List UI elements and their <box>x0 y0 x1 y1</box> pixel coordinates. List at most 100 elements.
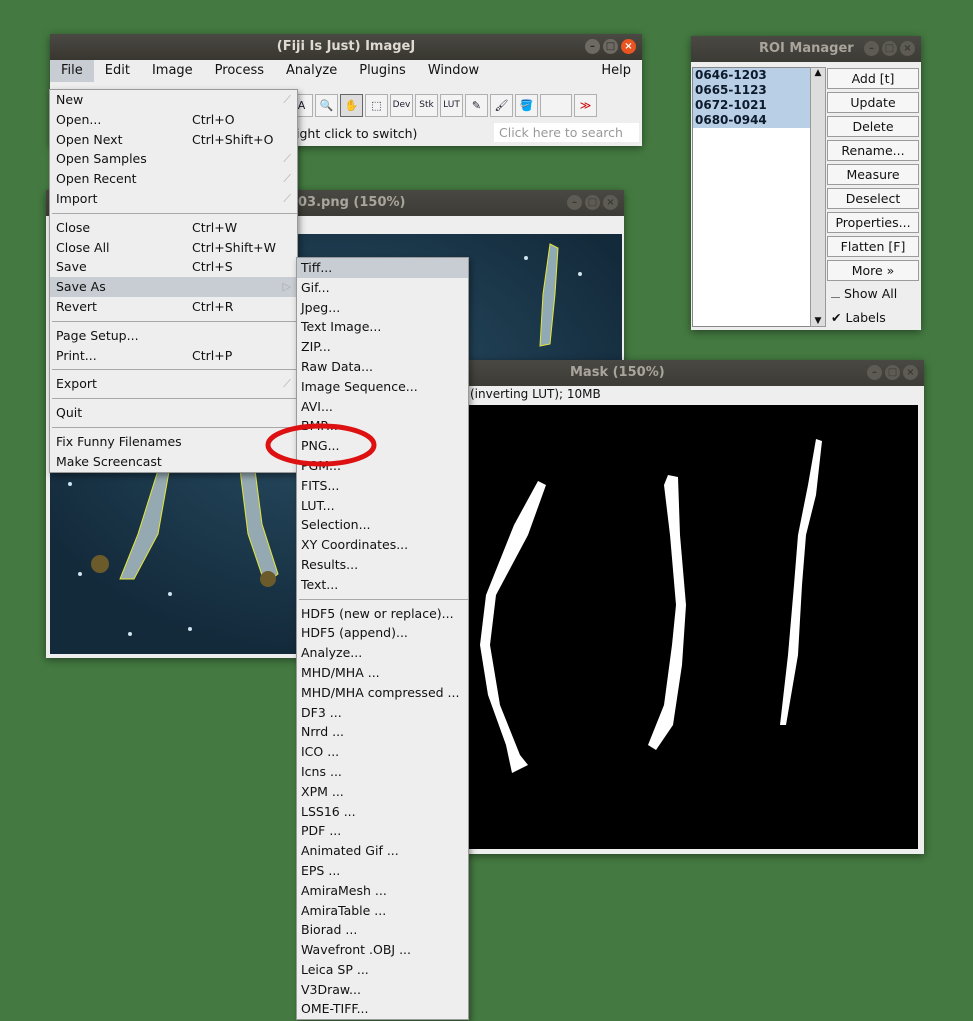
file-menu-item[interactable]: Export ⟋ <box>50 374 297 394</box>
save-as-item[interactable]: Analyze... <box>297 643 468 663</box>
show-all-box[interactable] <box>831 288 840 298</box>
close-icon[interactable]: × <box>900 41 915 56</box>
show-all-checkbox[interactable]: Show All <box>831 286 897 301</box>
maximize-icon[interactable]: □ <box>585 195 600 210</box>
close-icon[interactable]: × <box>621 39 636 54</box>
save-as-item[interactable]: DF3 ... <box>297 703 468 723</box>
menu-file[interactable]: File <box>50 60 94 82</box>
save-as-item[interactable]: Nrrd ... <box>297 722 468 742</box>
maximize-icon[interactable]: □ <box>603 39 618 54</box>
save-as-item[interactable]: AVI... <box>297 397 468 417</box>
flatten-button[interactable]: Flatten [F] <box>827 236 919 257</box>
roi-list-item[interactable]: 0680-0944 <box>693 113 811 128</box>
roi-list-item[interactable]: 0672-1021 <box>693 98 811 113</box>
save-as-item[interactable]: Icns ... <box>297 762 468 782</box>
lut-menu-icon[interactable]: LUT <box>440 94 463 117</box>
more-button[interactable]: More » <box>827 260 919 281</box>
pencil-tool-icon[interactable]: ✎ <box>465 94 488 117</box>
file-menu-item[interactable]: Save As ▷ <box>50 277 297 297</box>
save-as-item[interactable]: Selection... <box>297 515 468 535</box>
file-menu-item[interactable]: Save Ctrl+S <box>50 257 297 277</box>
file-menu-item[interactable]: Close All Ctrl+Shift+W <box>50 238 297 258</box>
minimize-icon[interactable]: – <box>864 41 879 56</box>
save-as-item[interactable]: XY Coordinates... <box>297 535 468 555</box>
save-as-item[interactable]: OME-TIFF... <box>297 999 468 1019</box>
maximize-icon[interactable]: □ <box>885 365 900 380</box>
file-menu-item[interactable]: Import ⟋ <box>50 189 297 209</box>
save-as-item[interactable]: Results... <box>297 555 468 575</box>
search-field[interactable]: Click here to search <box>494 123 639 142</box>
save-as-item[interactable]: Animated Gif ... <box>297 841 468 861</box>
save-as-item[interactable]: V3Draw... <box>297 980 468 1000</box>
roi-list-item[interactable]: 0646-1203 <box>693 68 811 83</box>
deselect-button[interactable]: Deselect <box>827 188 919 209</box>
mask-window[interactable]: Mask (150%) – □ × (inverting LUT); 10MB <box>466 360 924 854</box>
save-as-item[interactable]: XPM ... <box>297 782 468 802</box>
close-icon[interactable]: × <box>903 365 918 380</box>
file-menu-item[interactable]: Print... Ctrl+P <box>50 346 297 366</box>
file-menu-item[interactable]: Open... Ctrl+O <box>50 110 297 130</box>
add-button[interactable]: Add [t] <box>827 68 919 89</box>
rename-button[interactable]: Rename... <box>827 140 919 161</box>
color-picker-icon[interactable]: ⬚ <box>365 94 388 117</box>
save-as-item[interactable]: Wavefront .OBJ ... <box>297 940 468 960</box>
properties-button[interactable]: Properties... <box>827 212 919 233</box>
file-menu-item[interactable]: Make Screencast <box>50 452 297 472</box>
menu-analyze[interactable]: Analyze <box>275 60 348 82</box>
roi-manager-window[interactable]: ROI Manager – □ × 0646-1203 0665-1123 0672… <box>691 36 921 330</box>
save-as-item[interactable]: PDF ... <box>297 821 468 841</box>
menu-window[interactable]: Window <box>417 60 490 82</box>
save-as-item[interactable]: Raw Data... <box>297 357 468 377</box>
file-menu-item[interactable]: New ⟋ <box>50 90 297 110</box>
save-as-item[interactable]: HDF5 (new or replace)... <box>297 604 468 624</box>
labels-check-icon[interactable]: ✔ <box>831 310 841 325</box>
brush-tool-icon[interactable]: 🖌 <box>490 94 513 117</box>
save-as-item[interactable]: Text... <box>297 575 468 595</box>
close-icon[interactable]: × <box>603 195 618 210</box>
maximize-icon[interactable]: □ <box>882 41 897 56</box>
save-as-item[interactable]: Gif... <box>297 278 468 298</box>
file-menu-item[interactable]: Open Recent ⟋ <box>50 169 297 189</box>
menu-process[interactable]: Process <box>204 60 275 82</box>
file-menu-item[interactable]: Open Next Ctrl+Shift+O <box>50 130 297 150</box>
stack-menu-icon[interactable]: Stk <box>415 94 438 117</box>
file-menu-item[interactable]: Page Setup... <box>50 326 297 346</box>
file-menu-item[interactable]: Revert Ctrl+R <box>50 297 297 317</box>
scroll-up-icon[interactable]: ▲ <box>811 68 825 78</box>
menu-edit[interactable]: Edit <box>94 60 141 82</box>
imagej-titlebar[interactable]: (Fiji Is Just) ImageJ – □ × <box>50 34 642 60</box>
save-as-item[interactable]: Text Image... <box>297 317 468 337</box>
dev-menu-icon[interactable]: Dev <box>390 94 413 117</box>
roi-list-item[interactable]: 0665-1123 <box>693 83 811 98</box>
save-as-item[interactable]: AmiraMesh ... <box>297 881 468 901</box>
save-as-item[interactable]: AmiraTable ... <box>297 901 468 921</box>
file-menu-item[interactable]: Fix Funny Filenames <box>50 432 297 452</box>
measure-button[interactable]: Measure <box>827 164 919 185</box>
save-as-item[interactable]: MHD/MHA compressed ... <box>297 683 468 703</box>
flood-fill-icon[interactable]: 🪣 <box>515 94 538 117</box>
save-as-item[interactable]: ICO ... <box>297 742 468 762</box>
delete-button[interactable]: Delete <box>827 116 919 137</box>
labels-checkbox[interactable]: ✔ Labels <box>831 310 886 325</box>
save-as-item[interactable]: FITS... <box>297 476 468 496</box>
save-as-item[interactable]: HDF5 (append)... <box>297 623 468 643</box>
roi-list-scrollbar[interactable]: ▲ ▼ <box>810 67 826 327</box>
save-as-item[interactable]: ZIP... <box>297 337 468 357</box>
file-menu-item[interactable]: Close Ctrl+W <box>50 218 297 238</box>
mask-window-titlebar[interactable]: Mask (150%) – □ × <box>466 360 924 386</box>
minimize-icon[interactable]: – <box>567 195 582 210</box>
save-as-item[interactable]: Image Sequence... <box>297 377 468 397</box>
update-button[interactable]: Update <box>827 92 919 113</box>
roi-list[interactable]: 0646-1203 0665-1123 0672-1021 0680-0944 <box>692 67 812 327</box>
file-menu-item[interactable]: Open Samples ⟋ <box>50 149 297 169</box>
save-as-item[interactable]: MHD/MHA ... <box>297 663 468 683</box>
zoom-tool-icon[interactable]: 🔍 <box>315 94 338 117</box>
save-as-item[interactable]: Tiff... <box>297 258 468 278</box>
hand-tool-icon[interactable]: ✋ <box>340 94 363 117</box>
minimize-icon[interactable]: – <box>585 39 600 54</box>
save-as-item[interactable]: Biorad ... <box>297 920 468 940</box>
menu-image[interactable]: Image <box>141 60 204 82</box>
minimize-icon[interactable]: – <box>867 365 882 380</box>
save-as-item[interactable]: LUT... <box>297 496 468 516</box>
menu-help[interactable]: Help <box>590 60 642 82</box>
